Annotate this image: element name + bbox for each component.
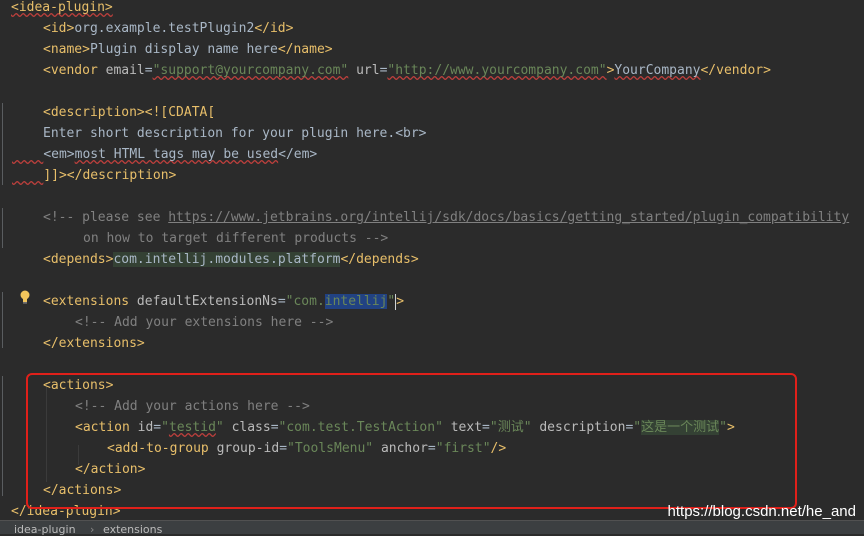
tag-description-close: </description> [66,168,177,183]
fold-marker[interactable] [2,376,11,496]
description-text: Enter short description for your plugin … [43,126,396,141]
code-line-7: Enter short description for your plugin … [43,123,427,144]
br-text: <br> [395,126,427,141]
code-line-1: <idea-plugin> [11,0,113,18]
code-line-8: ....<em>most HTML tags may be used</em> [12,144,317,165]
value-prefix: "com. [285,294,325,309]
breadcrumb-item-extensions[interactable]: extensions [103,523,162,536]
tag-vendor-open: <vendor [43,63,98,78]
compatibility-link[interactable]: https://www.jetbrains.org/intellij/sdk/d… [168,210,849,225]
watermark-text: https://blog.csdn.net/he_and [667,503,856,520]
code-line-16: <!-- Add your extensions here --> [75,312,333,333]
value-selected-text: intellij [324,294,388,309]
cdata-end: ]]> [43,168,67,183]
vendor-text: YourCompany [614,63,701,78]
value-email: "support@yourcompany.com" [152,63,349,78]
em-close-text: </em> [278,147,318,162]
code-line-15: <extensions defaultExtensionNs="com.inte… [43,293,405,310]
breadcrumb-item-idea-plugin[interactable]: idea-plugin [14,523,76,536]
tag-name-open: <name> [43,42,90,57]
code-line-4: <vendor email="support@yourcompany.com" … [43,63,771,78]
tag-id-close: </id> [254,21,294,36]
value-url: "http://www.yourcompany.com" [387,63,607,78]
tag-depends-close: </depends> [340,252,419,267]
cdata-start: <![CDATA[ [144,105,216,120]
depends-text: com.intellij.modules.platform [113,252,341,267]
tag-extensions-open: <extensions [43,294,130,309]
comment-text: <!-- please see [43,210,169,225]
breadcrumb: idea-plugin › extensions [0,520,864,536]
plugin-id-text: org.example.testPlugin2 [74,21,255,36]
attr-default-extension-ns: defaultExtensionNs [136,294,278,309]
value-suffix: " [387,294,396,309]
tag-idea-plugin-open: <idea-plugin> [11,0,113,15]
tag-depends-open: <depends> [43,252,114,267]
tag-vendor-close: </vendor> [700,63,771,78]
tag-extensions-close: </extensions> [43,336,145,351]
plugin-name-text: Plugin display name here [89,42,278,57]
code-line-6: <description><![CDATA[ [43,102,215,123]
tag-description-open: <description> [43,105,145,120]
fold-marker[interactable] [2,103,11,185]
code-line-12: on how to target different products --> [83,228,388,249]
breadcrumb-separator: › [90,523,95,536]
code-line-9: ....]]></description> [12,165,176,186]
tag-gt: > [396,294,405,309]
attr-email: email [105,63,145,78]
annotation-box [26,373,797,509]
fold-marker[interactable] [2,208,11,248]
intention-bulb-icon[interactable] [19,290,31,304]
tag-id-open: <id> [43,21,75,36]
code-line-17: </extensions> [43,333,145,354]
comment-text: on how to target different products --> [83,231,389,246]
code-line-3: <name>Plugin display name here</name> [43,39,333,60]
fold-marker[interactable] [2,292,11,348]
code-line-2: <id>org.example.testPlugin2</id> [43,18,293,39]
comment-text: <!-- Add your extensions here --> [75,315,334,330]
em-content-text: most HTML tags may be used [74,147,279,162]
editor-gutter [0,0,14,520]
code-line-13: <depends>com.intellij.modules.platform</… [43,249,419,270]
tag-name-close: </name> [277,42,333,57]
code-line-11: <!-- please see https://www.jetbrains.or… [43,207,849,228]
em-open-text: <em> [43,147,75,162]
code-editor[interactable]: <idea-plugin> <id>org.example.testPlugin… [0,0,864,520]
attr-url: url [356,63,380,78]
